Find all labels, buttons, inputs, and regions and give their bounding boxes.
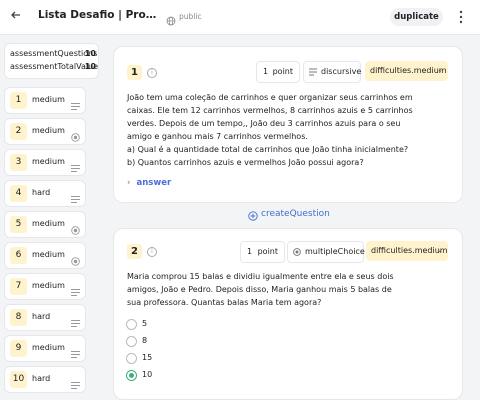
question-type-label: discursive — [321, 67, 362, 76]
question-card-1: 1 i 1 point discursive difficulties.medi… — [113, 46, 463, 203]
question-number: 2 — [10, 123, 27, 140]
difficulty-label: hard — [32, 312, 51, 321]
sidebar-item-2[interactable]: 2 medium — [4, 118, 86, 145]
option-label: 15 — [142, 353, 153, 362]
question-type-label: multipleChoice — [305, 247, 365, 256]
option-label: 10 — [142, 370, 153, 379]
top-bar: Lista Desafio | Problemas de Matemática … — [0, 0, 480, 35]
question-number: 4 — [10, 185, 27, 202]
difficulty-value: difficulties.medium — [370, 66, 447, 75]
sidebar-item-8[interactable]: 8 hard — [4, 304, 86, 331]
info-icon[interactable]: i — [147, 68, 157, 78]
create-question-button[interactable]: createQuestion — [248, 209, 338, 223]
lines-icon — [71, 375, 80, 389]
question-number: 7 — [10, 278, 27, 295]
points-value: 1 — [263, 67, 269, 76]
page-title: Lista Desafio | Problemas de Matemática — [38, 9, 160, 21]
sidebar-item-4[interactable]: 4 hard — [4, 180, 86, 207]
lines-icon — [71, 189, 80, 203]
points-value: 1 — [247, 247, 253, 256]
question-number-badge: 2 — [127, 244, 142, 259]
sidebar-item-3[interactable]: 3 medium — [4, 149, 86, 176]
difficulty-select[interactable]: difficulties.medium ⌄ — [365, 61, 448, 81]
radio-icon — [293, 248, 301, 256]
answer-label: answer — [136, 178, 172, 188]
lines-icon — [309, 68, 317, 76]
radio-icon — [71, 251, 80, 266]
question-number: 8 — [10, 309, 27, 326]
difficulty-label: medium — [32, 343, 65, 352]
points-field[interactable]: 1 point — [256, 61, 300, 83]
chevron-right-icon: › — [127, 178, 131, 188]
assessment-summary: assessmentQuestions 10 assessmentTotalVa… — [4, 43, 99, 79]
question-number: 5 — [10, 216, 27, 233]
sidebar-item-6[interactable]: 6 medium — [4, 242, 86, 269]
assessment-questions-value: 10 — [84, 49, 96, 58]
lines-icon — [71, 313, 80, 327]
points-field[interactable]: 1 point — [240, 241, 285, 263]
more-options-icon[interactable] — [457, 9, 465, 25]
difficulty-value: difficulties.medium — [371, 246, 448, 255]
points-label: point — [272, 67, 293, 76]
question-card-2: 2 i 1 point multipleChoice difficulties.… — [113, 228, 463, 400]
lines-icon — [71, 282, 80, 296]
duplicate-button[interactable]: duplicate — [390, 8, 443, 26]
chevron-down-icon: ⌄ — [437, 66, 443, 74]
difficulty-select[interactable]: difficulties.medium ⌄ — [366, 241, 448, 261]
difficulty-label: medium — [32, 95, 65, 104]
question-text: Maria comprou 15 balas e dividiu igualme… — [127, 270, 407, 309]
question-paragraph: Maria comprou 15 balas e dividiu igualme… — [127, 272, 394, 307]
sidebar-item-1[interactable]: 1 medium — [4, 87, 86, 114]
question-item-a: a) Qual é a quantidade total de carrinho… — [127, 145, 409, 154]
radio-icon — [71, 127, 80, 142]
radio-icon — [71, 220, 80, 235]
radio-button-selected[interactable] — [126, 370, 137, 381]
question-paragraph: João tem uma coleção de carrinhos e quer… — [127, 93, 413, 141]
difficulty-label: medium — [32, 281, 65, 290]
lines-icon — [71, 158, 80, 172]
sidebar-item-7[interactable]: 7 medium — [4, 273, 86, 300]
radio-button[interactable] — [126, 353, 137, 364]
question-type-select[interactable]: discursive — [303, 61, 361, 83]
lines-icon — [71, 96, 80, 110]
question-type-select[interactable]: multipleChoice — [287, 241, 365, 263]
sidebar-item-10[interactable]: 10 hard — [4, 366, 86, 393]
answer-toggle[interactable]: › answer — [127, 178, 187, 190]
question-number: 3 — [10, 154, 27, 171]
question-number: 9 — [10, 340, 27, 357]
points-label: point — [257, 247, 278, 256]
assessment-total-value: 10 — [84, 62, 96, 71]
difficulty-label: hard — [32, 188, 51, 197]
info-icon[interactable]: i — [147, 247, 157, 257]
difficulty-label: hard — [32, 374, 51, 383]
question-number-badge: 1 — [127, 65, 142, 80]
question-number: 10 — [10, 371, 27, 388]
difficulty-label: medium — [32, 126, 65, 135]
option-label: 8 — [142, 336, 148, 345]
question-number: 1 — [10, 92, 27, 109]
chevron-down-icon: ⌄ — [437, 246, 443, 254]
option-label: 5 — [142, 319, 148, 328]
plus-circle-icon — [248, 211, 258, 221]
difficulty-label: medium — [32, 157, 65, 166]
lines-icon — [71, 344, 80, 358]
radio-button[interactable] — [126, 336, 137, 347]
sidebar-item-5[interactable]: 5 medium — [4, 211, 86, 238]
back-arrow-icon[interactable] — [8, 9, 24, 25]
globe-icon — [166, 11, 176, 26]
create-question-label: createQuestion — [261, 209, 330, 219]
question-item-b: b) Quantos carrinhos azuis e vermelhos J… — [127, 158, 364, 167]
difficulty-label: medium — [32, 250, 65, 259]
question-text: João tem uma coleção de carrinhos e quer… — [127, 91, 417, 169]
radio-button[interactable] — [126, 319, 137, 330]
visibility-label: public — [179, 12, 202, 21]
difficulty-label: medium — [32, 219, 65, 228]
sidebar-item-9[interactable]: 9 medium — [4, 335, 86, 362]
question-number: 6 — [10, 247, 27, 264]
